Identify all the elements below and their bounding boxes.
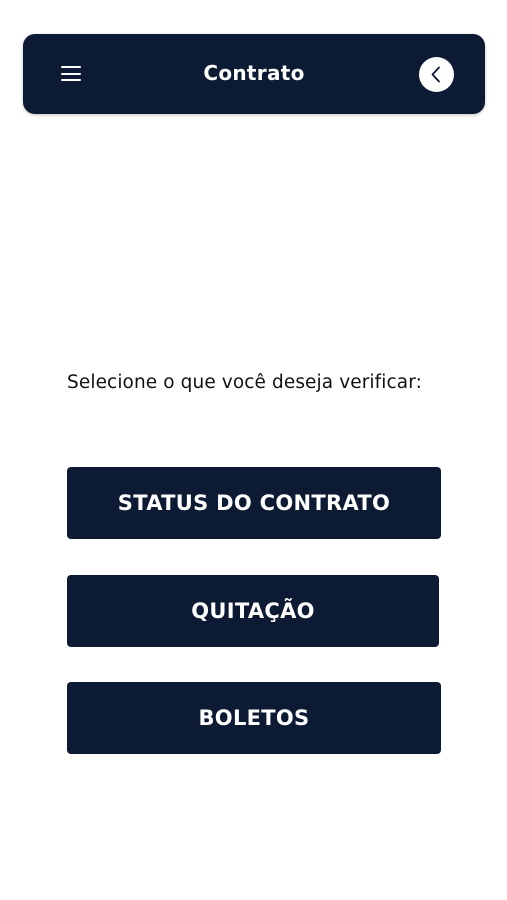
quitacao-button[interactable]: QUITAÇÃO xyxy=(67,575,439,647)
page-title: Contrato xyxy=(203,61,305,85)
app-header: Contrato xyxy=(23,34,485,114)
instruction-text: Selecione o que você deseja verificar: xyxy=(67,372,422,393)
chevron-left-icon xyxy=(431,66,440,83)
status-contrato-button[interactable]: STATUS DO CONTRATO xyxy=(67,467,441,539)
back-button[interactable] xyxy=(419,57,454,92)
boletos-button[interactable]: BOLETOS xyxy=(67,682,441,754)
